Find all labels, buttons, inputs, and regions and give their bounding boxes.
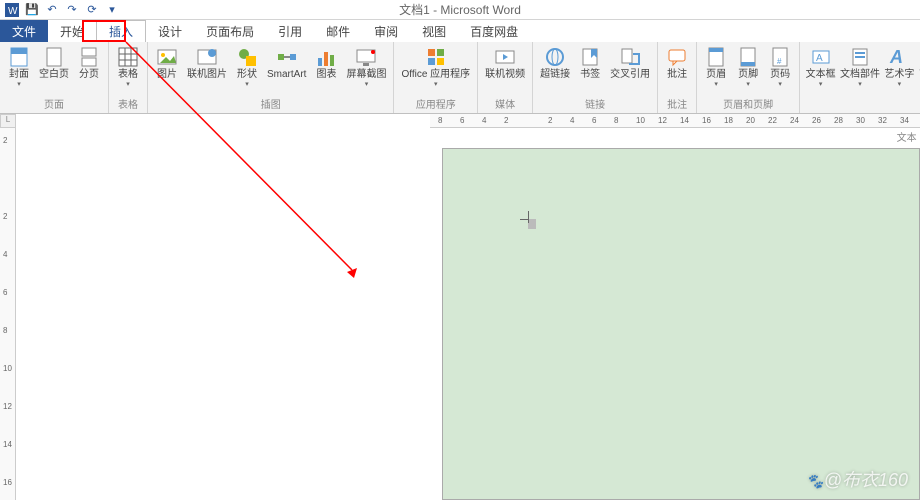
redo-icon[interactable]: ↷ [64, 2, 80, 18]
group-apps-label: 应用程序 [398, 96, 473, 113]
tab-insert[interactable]: 插入 [96, 20, 146, 42]
cross-reference-button[interactable]: 交叉引用 [607, 44, 653, 82]
tab-baidu[interactable]: 百度网盘 [458, 20, 530, 42]
comment-button[interactable]: 批注 [662, 44, 692, 82]
tab-layout[interactable]: 页面布局 [194, 20, 266, 42]
header-button[interactable]: 页眉▾ [701, 44, 731, 90]
online-pictures-button[interactable]: 联机图片 [184, 44, 230, 82]
pictures-button[interactable]: 图片 [152, 44, 182, 82]
group-illustrations-label: 插图 [152, 96, 389, 113]
tab-review[interactable]: 审阅 [362, 20, 410, 42]
group-text: A文本框▾ 文档部件▾ A艺术字▾ A首字下沉▾ ✎签名行 📅日期和 ▭对象 文… [800, 42, 920, 113]
screenshot-button[interactable]: 屏幕截图▾ [343, 44, 389, 90]
online-video-button[interactable]: 联机视频 [482, 44, 528, 82]
group-comments-label: 批注 [662, 96, 692, 113]
textbox-button[interactable]: A文本框▾ [804, 44, 837, 90]
hyperlink-button[interactable]: 超链接 [537, 44, 573, 82]
save-icon[interactable]: 💾 [24, 2, 40, 18]
group-page: 封面▾ 空白页 分页 页面 [0, 42, 109, 113]
quick-parts-button[interactable]: 文档部件▾ [839, 44, 881, 90]
tab-mailings[interactable]: 邮件 [314, 20, 362, 42]
ribbon-tabs: 文件 开始 插入 设计 页面布局 引用 邮件 审阅 视图 百度网盘 [0, 20, 920, 42]
page-break-button[interactable]: 分页 [74, 44, 104, 82]
undo-icon[interactable]: ↶ [44, 2, 60, 18]
shapes-button[interactable]: 形状▾ [232, 44, 262, 90]
group-table-label: 表格 [113, 96, 143, 113]
svg-text:W: W [8, 6, 18, 17]
horizontal-ruler[interactable]: 864224681012141618202224262830323436 [430, 114, 920, 128]
group-links: 超链接 书签 交叉引用 链接 [533, 42, 658, 113]
group-page-label: 页面 [4, 96, 104, 113]
refresh-icon[interactable]: ⟳ [84, 2, 100, 18]
svg-text:A: A [816, 53, 823, 64]
wordart-button[interactable]: A艺术字▾ [883, 44, 916, 90]
tab-home[interactable]: 开始 [48, 20, 96, 42]
table-button[interactable]: 表格▾ [113, 44, 143, 90]
group-apps: Office 应用程序▾ 应用程序 [394, 42, 478, 113]
group-media: 联机视频 媒体 [478, 42, 533, 113]
document-page[interactable] [442, 148, 920, 500]
svg-text:A: A [889, 47, 903, 67]
quick-access-toolbar: W 💾 ↶ ↷ ⟳ ▾ [0, 0, 920, 20]
group-header-footer-label: 页眉和页脚 [701, 96, 795, 113]
group-media-label: 媒体 [482, 96, 528, 113]
tab-design[interactable]: 设计 [146, 20, 194, 42]
footer-button[interactable]: 页脚▾ [733, 44, 763, 90]
group-links-label: 链接 [537, 96, 653, 113]
tab-file[interactable]: 文件 [0, 20, 48, 42]
ribbon: 封面▾ 空白页 分页 页面 表格▾ 表格 图片 联机图片 形状▾ SmartAr… [0, 42, 920, 114]
tab-references[interactable]: 引用 [266, 20, 314, 42]
group-text-label: 文本 [804, 129, 920, 146]
word-icon: W [4, 2, 20, 18]
smartart-button[interactable]: SmartArt [264, 44, 309, 82]
vertical-ruler[interactable]: 2246810121416 [0, 128, 16, 500]
tab-view[interactable]: 视图 [410, 20, 458, 42]
blank-page-button[interactable]: 空白页 [36, 44, 72, 82]
watermark-text: 🐾@布衣160 [806, 466, 908, 492]
cover-page-button[interactable]: 封面▾ [4, 44, 34, 90]
bookmark-button[interactable]: 书签 [575, 44, 605, 82]
group-illustrations: 图片 联机图片 形状▾ SmartArt 图表 屏幕截图▾ 插图 [148, 42, 394, 113]
page-number-button[interactable]: #页码▾ [765, 44, 795, 90]
svg-text:#: # [777, 57, 782, 66]
qat-more-icon[interactable]: ▾ [104, 2, 120, 18]
text-cursor [520, 211, 532, 223]
ruler-corner: L [0, 114, 16, 128]
group-header-footer: 页眉▾ 页脚▾ #页码▾ 页眉和页脚 [697, 42, 800, 113]
group-comments: 批注 批注 [658, 42, 697, 113]
chart-button[interactable]: 图表 [311, 44, 341, 82]
office-apps-button[interactable]: Office 应用程序▾ [398, 44, 473, 90]
group-table: 表格▾ 表格 [109, 42, 148, 113]
